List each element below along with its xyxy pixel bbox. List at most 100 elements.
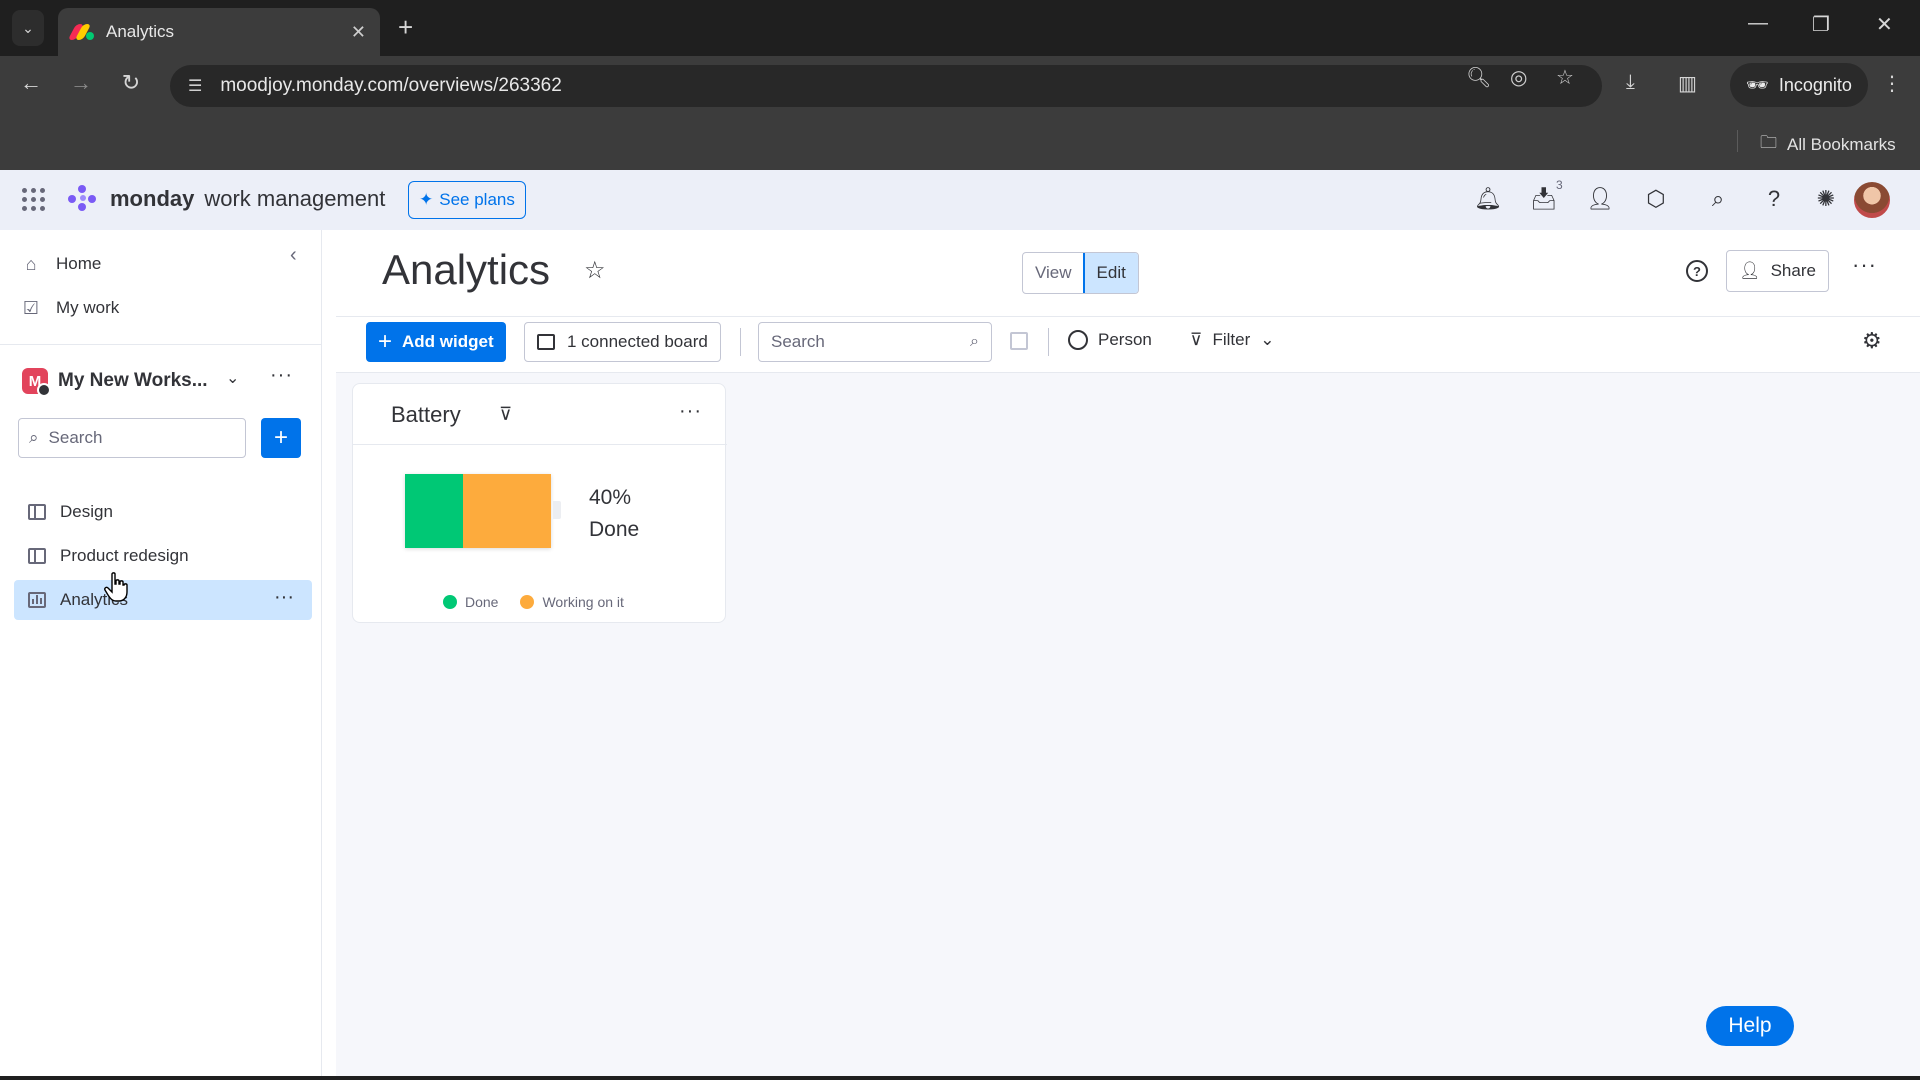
tab-search-button[interactable]: ⌄ <box>12 10 44 46</box>
search-icon[interactable]: ⌕ <box>1704 186 1732 212</box>
notifications-icon[interactable]: 🔔︎ <box>1474 186 1502 212</box>
bottom-edge <box>0 1076 1920 1080</box>
url-text: moodjoy.monday.com/overviews/263362 <box>220 75 562 96</box>
question-icon[interactable]: ? <box>1686 260 1708 282</box>
chevron-down-icon: ⌄ <box>22 19 34 36</box>
add-person-icon: 👤︎ <box>1739 261 1761 280</box>
browser-tab[interactable]: Analytics ✕ <box>58 8 380 56</box>
sidebar-item-design[interactable]: Design <box>14 492 312 532</box>
search-icon: ⌕ <box>29 428 39 447</box>
brand-product: work management <box>204 186 386 211</box>
collapse-sidebar-icon[interactable]: ‹ <box>290 244 297 267</box>
app-switcher-icon[interactable] <box>22 188 46 212</box>
ai-assistant-icon[interactable]: ✺ <box>1812 186 1840 212</box>
monday-logo-icon <box>68 185 100 213</box>
share-label: Share <box>1770 261 1816 280</box>
board-label: Design <box>60 502 113 521</box>
all-bookmarks-button[interactable]: 🗀 All Bookmarks <box>1760 130 1896 159</box>
monday-logo[interactable]: monday work management <box>68 185 385 213</box>
help-button[interactable]: Help <box>1706 1006 1794 1046</box>
forward-icon[interactable]: → <box>66 70 96 96</box>
avatar[interactable] <box>1852 180 1892 220</box>
workspace-selector[interactable]: M My New Works... <box>22 368 208 397</box>
sidebar-search-input[interactable]: ⌕ Search <box>18 418 246 458</box>
save-view-icon[interactable] <box>1010 332 1028 350</box>
tracking-protection-icon[interactable]: ◎ <box>1510 65 1527 90</box>
sidebar-divider <box>0 344 322 345</box>
filter-label: Filter <box>1212 330 1251 349</box>
widget-divider <box>353 444 727 445</box>
workspace-name: My New Works... <box>58 370 208 391</box>
browser-toolbar: ← → ↻ ☰ moodjoy.monday.com/overviews/263… <box>0 56 1920 114</box>
browser-menu-icon[interactable]: ⋮ <box>1882 71 1902 96</box>
invite-members-icon[interactable]: 👤︎ <box>1586 186 1614 212</box>
calendar-check-icon: ☑ <box>22 297 40 318</box>
bookmarks-bar: 🗀 All Bookmarks <box>0 114 1920 170</box>
connected-boards-label: 1 connected board <box>567 332 708 351</box>
battery-segment-0[interactable] <box>405 474 464 548</box>
legend-label: Done <box>465 594 499 610</box>
help-icon[interactable]: ? <box>1760 186 1788 212</box>
gear-icon[interactable]: ⚙ <box>1862 328 1882 354</box>
add-widget-button[interactable]: + Add widget <box>366 322 506 362</box>
sidebar-item-home[interactable]: ⌂ Home <box>20 246 102 282</box>
sidebar-item-product-redesign[interactable]: Product redesign <box>14 536 312 576</box>
person-filter-button[interactable]: Person <box>1068 330 1152 350</box>
battery-widget[interactable]: Battery ⊽ ··· 40% Done Done Working on i… <box>352 383 727 623</box>
zoom-icon[interactable]: 🔍︎ <box>1466 65 1491 90</box>
inbox-icon[interactable]: 📥︎ <box>1530 186 1558 212</box>
site-info-icon[interactable]: ☰ <box>188 76 202 96</box>
monday-favicon-icon <box>67 24 94 40</box>
battery-segment-1[interactable] <box>463 474 551 548</box>
minimize-icon[interactable]: — <box>1748 12 1768 35</box>
page-title[interactable]: Analytics <box>382 246 550 294</box>
back-icon[interactable]: ← <box>16 70 46 96</box>
incognito-label: Incognito <box>1778 74 1852 95</box>
sidebar-item-analytics[interactable]: Analytics ··· <box>14 580 312 620</box>
battery-percent-label: Done <box>589 518 640 541</box>
edit-mode-button[interactable]: Edit <box>1082 253 1138 293</box>
board-icon <box>28 504 46 520</box>
view-mode-button[interactable]: View <box>1023 253 1084 293</box>
window-close-icon[interactable]: ✕ <box>1876 12 1893 37</box>
person-icon <box>1068 330 1088 350</box>
board-icon <box>537 334 555 350</box>
sparkle-icon: ✦ <box>419 190 434 209</box>
address-bar[interactable]: ☰ moodjoy.monday.com/overviews/263362 <box>170 65 1602 107</box>
incognito-indicator[interactable]: 🕶︎ Incognito <box>1730 63 1868 107</box>
tab-close-icon[interactable]: ✕ <box>351 22 366 43</box>
bookmarks-separator <box>1737 130 1738 152</box>
integrations-icon[interactable]: ⬡ <box>1642 186 1670 212</box>
widget-search-input[interactable]: Search ⌕ <box>758 322 992 362</box>
sidebar-item-label: My work <box>56 298 120 317</box>
workspace-more-icon[interactable]: ··· <box>270 364 293 387</box>
favorite-star-icon[interactable]: ☆ <box>584 256 606 285</box>
reload-icon[interactable]: ↻ <box>116 70 146 96</box>
header-divider <box>336 316 1920 317</box>
download-icon[interactable]: ⤓ <box>1626 71 1635 94</box>
new-tab-button[interactable]: + <box>398 12 413 42</box>
side-panel-icon[interactable]: ▥ <box>1678 71 1697 96</box>
filter-icon: ⊽ <box>1190 330 1203 349</box>
bookmark-star-icon[interactable]: ☆ <box>1556 65 1574 90</box>
app-topbar: monday work management ✦ See plans 🔔︎ 📥︎… <box>0 170 1920 230</box>
legend-dot <box>443 595 457 609</box>
add-item-button[interactable]: + <box>261 418 301 458</box>
restore-icon[interactable]: ❐ <box>1812 12 1830 37</box>
all-bookmarks-label: All Bookmarks <box>1787 134 1896 154</box>
more-options-icon[interactable]: ··· <box>1852 252 1877 278</box>
dashboard-icon <box>28 592 46 608</box>
widget-title[interactable]: Battery <box>391 402 461 428</box>
widget-filter-icon[interactable]: ⊽ <box>499 404 512 425</box>
sidebar-item-my-work[interactable]: ☑ My work <box>20 290 119 326</box>
see-plans-button[interactable]: ✦ See plans <box>408 181 526 219</box>
share-button[interactable]: 👤︎ Share <box>1726 250 1829 292</box>
board-more-icon[interactable]: ··· <box>274 586 294 609</box>
filter-button[interactable]: ⊽ Filter ⌄ <box>1190 330 1274 350</box>
person-label: Person <box>1098 330 1152 349</box>
sidebar: ‹ ⌂ Home ☑ My work M My New Works... ⌄ ·… <box>0 230 322 1080</box>
widget-more-icon[interactable]: ··· <box>679 400 702 423</box>
chevron-down-icon[interactable]: ⌄ <box>226 368 239 388</box>
connected-boards-button[interactable]: 1 connected board <box>524 322 721 362</box>
board-icon <box>28 548 46 564</box>
